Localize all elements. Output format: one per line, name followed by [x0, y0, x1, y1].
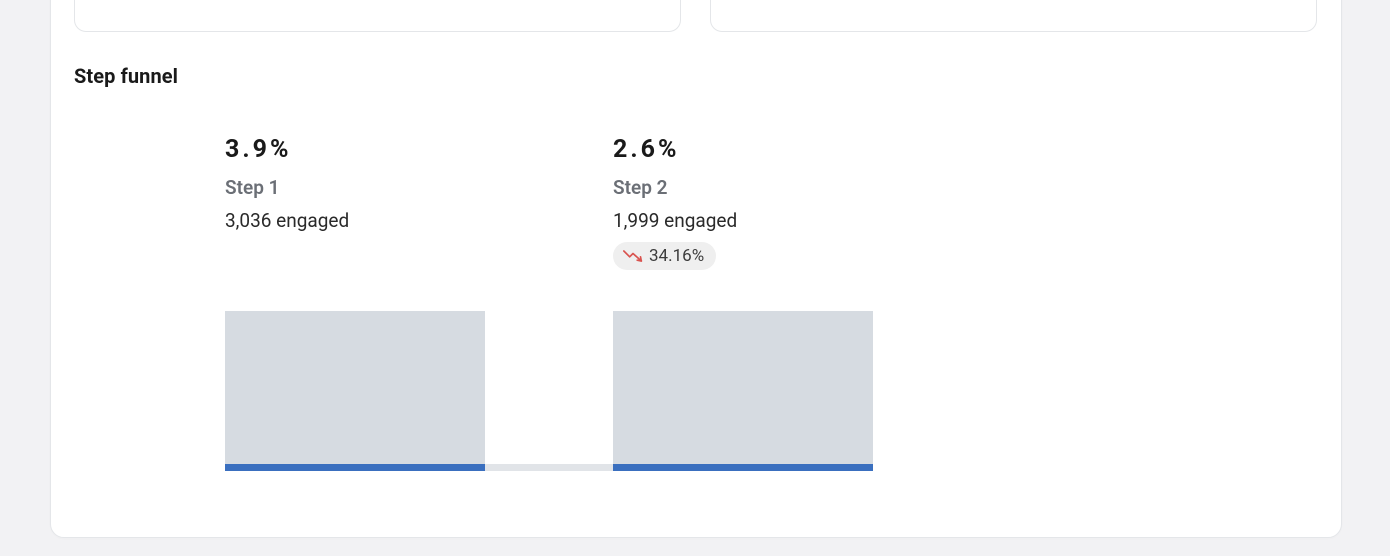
funnel-bar-2-total — [613, 311, 873, 471]
funnel-bar-2-engaged — [613, 464, 873, 471]
funnel-bar-1-total — [225, 311, 485, 471]
section-title-step-funnel: Step funnel — [74, 64, 178, 88]
funnel-step-1-engaged: 3,036 engaged — [225, 209, 485, 232]
upper-card-right — [710, 0, 1317, 32]
funnel-chart: 3.9% Step 1 3,036 engaged 2.6% Step 2 1,… — [225, 135, 875, 475]
funnel-step-1: 3.9% Step 1 3,036 engaged — [225, 135, 485, 242]
funnel-bars — [225, 311, 875, 471]
funnel-step-2-percentage: 2.6% — [613, 135, 873, 164]
upper-card-left — [74, 0, 681, 32]
funnel-step-2-engaged: 1,999 engaged — [613, 209, 873, 232]
funnel-step-2-label: Step 2 — [613, 176, 873, 199]
funnel-step-2-drop-value: 34.16% — [649, 246, 704, 266]
funnel-step-1-label: Step 1 — [225, 176, 485, 199]
trend-down-icon — [623, 249, 643, 263]
funnel-step-2-drop-pill: 34.16% — [613, 242, 716, 270]
funnel-step-2: 2.6% Step 2 1,999 engaged 34.16% — [613, 135, 873, 270]
funnel-step-1-percentage: 3.9% — [225, 135, 485, 164]
funnel-connector — [485, 464, 613, 471]
funnel-bar-1-engaged — [225, 464, 485, 471]
